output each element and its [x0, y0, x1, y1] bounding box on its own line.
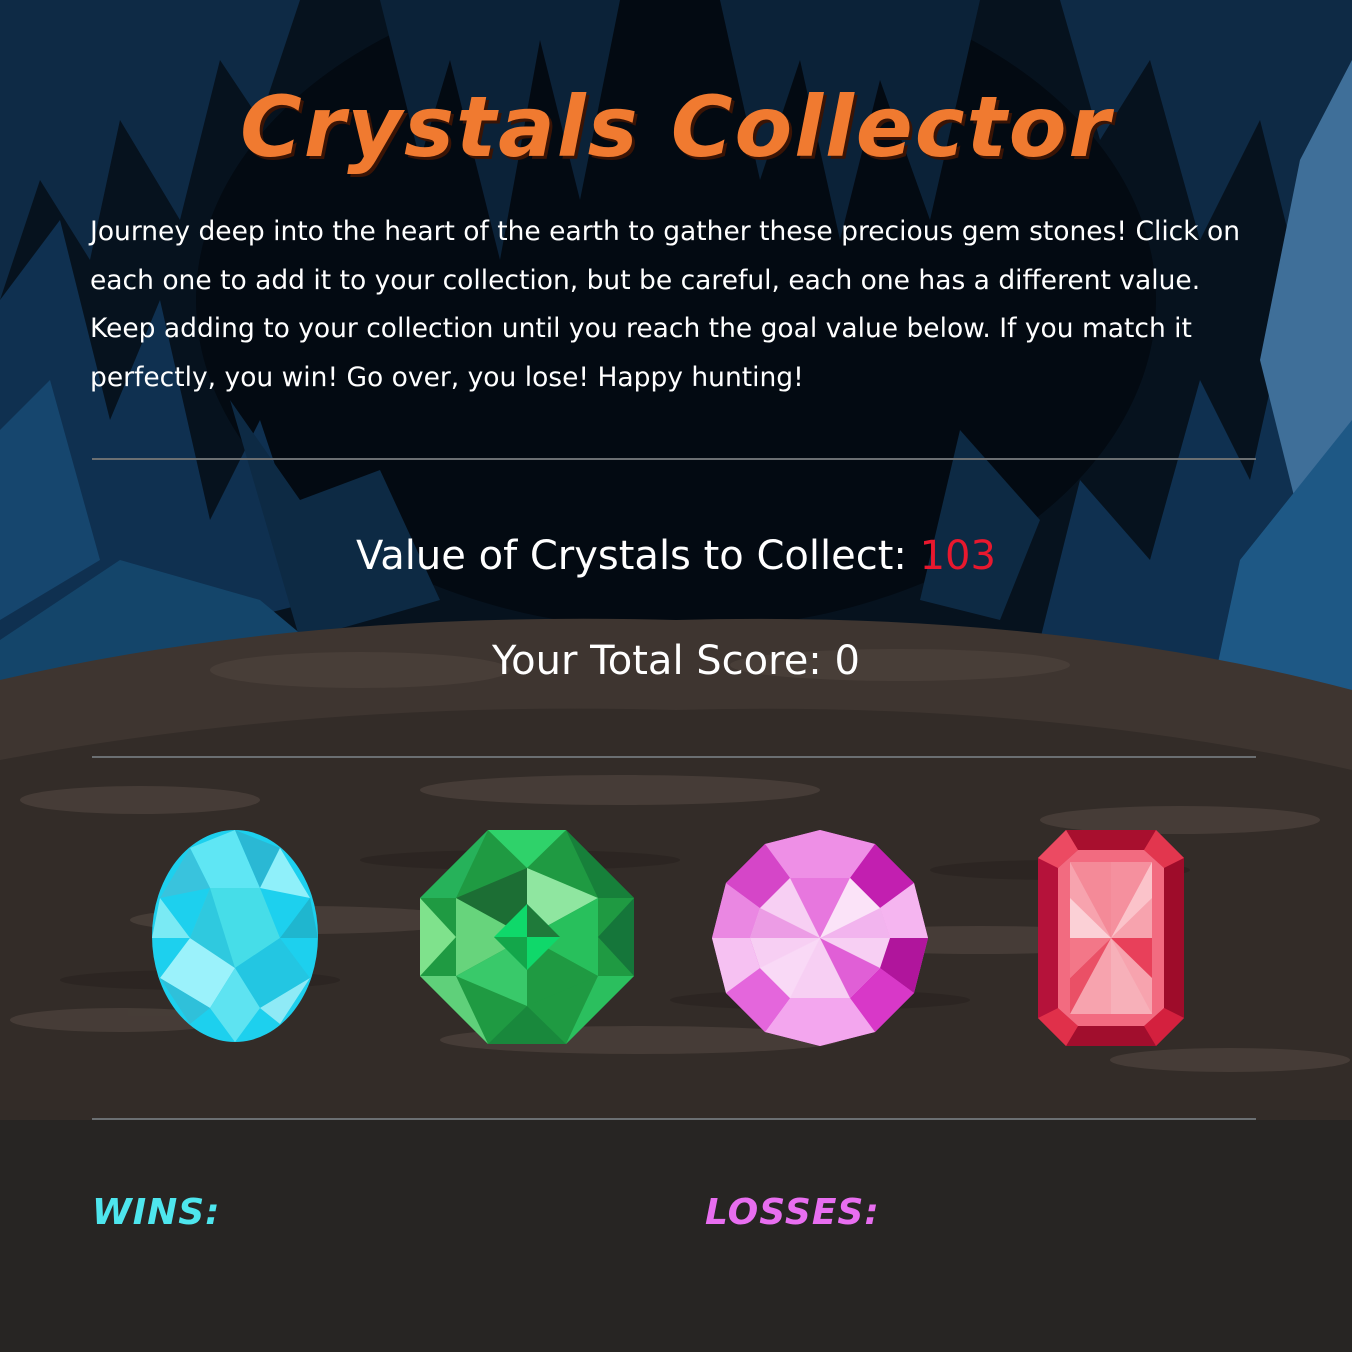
blue-crystal-icon[interactable] [150, 828, 320, 1044]
score-display: Your Total Score: 0 [0, 633, 1352, 689]
goal-label: Value of Crystals to Collect: [356, 533, 920, 579]
score-value: 0 [834, 638, 860, 684]
goal-display: Value of Crystals to Collect: 103 [0, 528, 1352, 584]
score-label: Your Total Score: [492, 638, 835, 684]
divider-bottom [92, 1118, 1256, 1120]
divider-middle [92, 756, 1256, 758]
divider-top [92, 458, 1256, 460]
instructions-text: Journey deep into the heart of the earth… [90, 216, 1241, 393]
goal-value: 103 [919, 533, 996, 579]
game-title: Crystals Collector [240, 78, 1112, 176]
wins-label: WINS: [92, 1192, 221, 1233]
losses-label: LOSSES: [705, 1192, 880, 1233]
green-crystal-icon[interactable] [418, 828, 636, 1046]
pink-crystal-icon[interactable] [710, 828, 930, 1048]
red-crystal-icon[interactable] [1036, 828, 1186, 1048]
